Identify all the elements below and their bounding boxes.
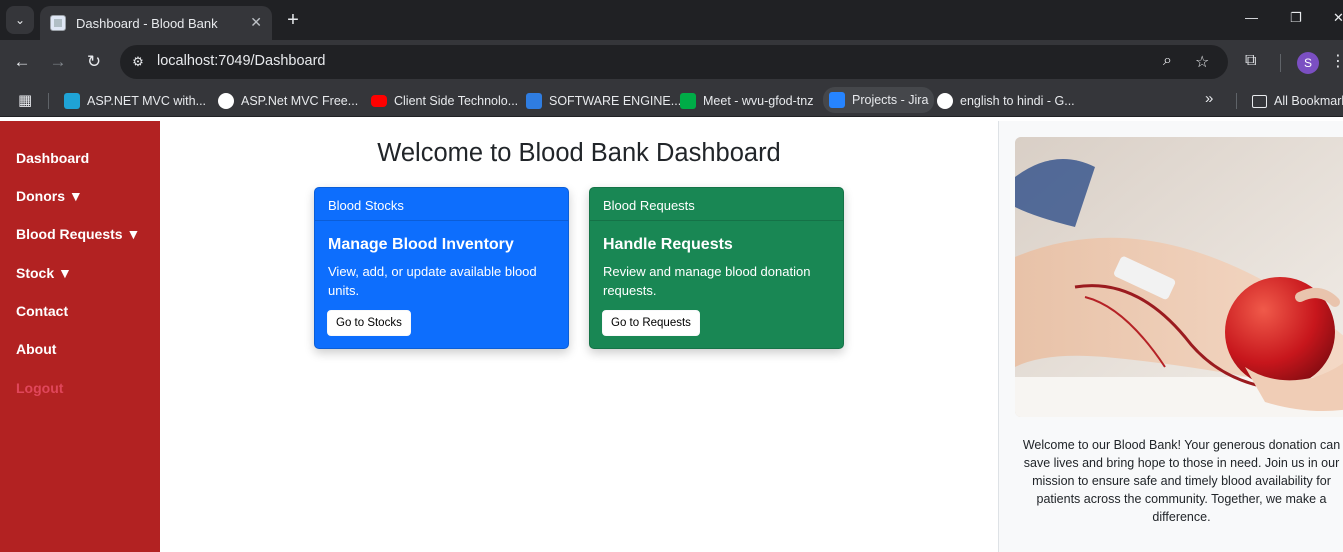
close-window-icon[interactable]: ✕ (1333, 10, 1343, 26)
sidebar-item-stock[interactable]: Stock ▼ (16, 265, 72, 281)
more-bookmarks-icon[interactable]: » (1205, 90, 1213, 107)
layers-icon (64, 93, 80, 109)
bookmark-aspnet-free[interactable]: ASP.Net MVC Free... (218, 91, 358, 111)
bookmark-label: SOFTWARE ENGINE... (549, 94, 682, 108)
google-icon (937, 93, 953, 109)
go-to-requests-button[interactable]: Go to Requests (602, 310, 700, 336)
bookmark-jira[interactable]: Projects - Jira (823, 87, 935, 113)
sidebar-item-dashboard[interactable]: Dashboard (16, 150, 89, 166)
bookmark-label: Meet - wvu-gfod-tnz (703, 94, 814, 108)
bookmarks-bar: ▦ ASP.NET MVC with... ASP.Net MVC Free..… (0, 84, 1343, 117)
minimize-window-icon[interactable]: — (1245, 10, 1258, 25)
google-meet-icon (680, 93, 696, 109)
bookmark-label: english to hindi - G... (960, 94, 1075, 108)
card-text: View, add, or update available blood uni… (328, 264, 537, 298)
bookmark-software-engine[interactable]: SOFTWARE ENGINE... (526, 91, 681, 111)
browser-menu-icon[interactable]: ⋮ (1330, 51, 1343, 71)
main-content: Welcome to Blood Bank Dashboard Blood St… (160, 121, 998, 552)
page-content: Dashboard Donors ▼ Blood Requests ▼ Stoc… (0, 121, 1343, 552)
all-bookmarks-label: All Bookmarks (1274, 94, 1343, 108)
bookmark-aspnet-mvc[interactable]: ASP.NET MVC with... (64, 91, 206, 111)
bookmarks-divider (1236, 93, 1237, 109)
new-tab-icon[interactable]: + (282, 7, 304, 33)
address-bar[interactable]: ⚙ localhost:7049/Dashboard ⌕ ☆ (120, 45, 1228, 79)
toolbar-divider (1280, 54, 1281, 72)
youtube-icon (371, 95, 387, 107)
bookmark-label: ASP.Net MVC Free... (241, 94, 359, 108)
browser-tab-bar: ⌄ Dashboard - Blood Bank ✕ + — ❐ ✕ (0, 0, 1343, 40)
reload-icon[interactable]: ↻ (84, 52, 104, 72)
bookmark-meet[interactable]: Meet - wvu-gfod-tnz (680, 91, 813, 111)
sidebar-item-logout[interactable]: Logout (16, 380, 63, 396)
card-header: Blood Requests (590, 188, 843, 221)
card-title: Manage Blood Inventory (328, 236, 514, 253)
bookmark-label: Client Side Technolo... (394, 94, 519, 108)
folder-icon (1252, 94, 1267, 108)
tab-search-chevron-icon[interactable]: ⌄ (6, 6, 34, 34)
blood-stocks-card: Blood Stocks Manage Blood Inventory View… (314, 187, 569, 349)
bookmark-label: ASP.NET MVC with... (87, 94, 207, 108)
bookmarks-divider (48, 93, 49, 109)
sidebar-item-blood-requests[interactable]: Blood Requests ▼ (16, 226, 140, 242)
url-text[interactable]: localhost:7049/Dashboard (157, 53, 325, 69)
card-text: Review and manage blood donation request… (603, 264, 811, 298)
apps-grid-icon[interactable]: ▦ (18, 91, 32, 109)
go-to-stocks-button[interactable]: Go to Stocks (327, 310, 411, 336)
sidebar: Dashboard Donors ▼ Blood Requests ▼ Stoc… (0, 121, 160, 552)
blood-donation-image (1015, 137, 1343, 417)
forward-arrow-icon[interactable]: → (48, 52, 68, 72)
google-icon (218, 93, 234, 109)
bookmark-label: Projects - Jira (852, 93, 929, 107)
browser-toolbar: ← → ↻ ⚙ localhost:7049/Dashboard ⌕ ☆ ⧉ S… (0, 40, 1343, 84)
welcome-message: Welcome to our Blood Bank! Your generous… (1022, 438, 1341, 524)
profile-avatar[interactable]: S (1297, 52, 1319, 74)
sidebar-item-contact[interactable]: Contact (16, 303, 68, 319)
zoom-icon[interactable]: ⌕ (1163, 52, 1172, 70)
tab-title: Dashboard - Blood Bank (76, 15, 218, 31)
browser-tab[interactable]: Dashboard - Blood Bank ✕ (40, 6, 272, 40)
blood-donation-illustration (1015, 137, 1343, 417)
jira-icon (829, 92, 845, 108)
sidebar-item-about[interactable]: About (16, 341, 56, 357)
bookmark-star-icon[interactable]: ☆ (1195, 52, 1209, 72)
blood-requests-card: Blood Requests Handle Requests Review an… (589, 187, 844, 349)
info-panel: Welcome to our Blood Bank! Your generous… (998, 121, 1343, 552)
classroom-icon (526, 93, 542, 109)
bookmark-client-side[interactable]: Client Side Technolo... (371, 91, 518, 111)
all-bookmarks[interactable]: All Bookmarks (1252, 91, 1343, 111)
card-header: Blood Stocks (315, 188, 568, 221)
back-arrow-icon[interactable]: ← (12, 52, 32, 72)
page-title: Welcome to Blood Bank Dashboard (377, 139, 781, 167)
bookmark-english-hindi[interactable]: english to hindi - G... (937, 91, 1075, 111)
site-info-icon[interactable]: ⚙ (128, 52, 148, 72)
card-title: Handle Requests (603, 236, 733, 253)
close-tab-icon[interactable]: ✕ (250, 14, 262, 31)
sidebar-item-donors[interactable]: Donors ▼ (16, 188, 83, 204)
extensions-icon[interactable]: ⧉ (1245, 52, 1256, 70)
page-favicon-icon (50, 15, 66, 31)
restore-window-icon[interactable]: ❐ (1290, 10, 1302, 26)
